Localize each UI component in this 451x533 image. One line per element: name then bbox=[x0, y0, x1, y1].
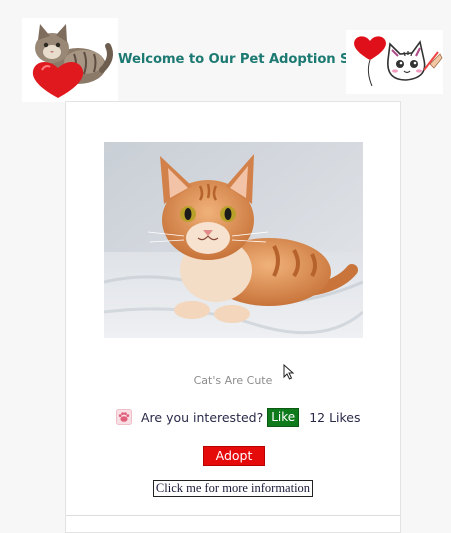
orange-cat-photo bbox=[104, 142, 363, 338]
pet-caption: Cat's Are Cute bbox=[193, 374, 273, 387]
more-info-button[interactable]: Click me for more information bbox=[153, 480, 313, 497]
cartoon-cat-balloon-logo bbox=[346, 30, 443, 94]
interest-question: Are you interested? bbox=[141, 409, 264, 425]
pet-card: Cat's Are Cute Are you interested? Like … bbox=[65, 101, 401, 533]
cat-heart-logo bbox=[22, 18, 118, 102]
mouse-pointer-icon bbox=[283, 363, 295, 380]
site-header: Welcome to Our Pet Adoption Site! bbox=[0, 0, 451, 104]
like-count: 12 Likes bbox=[309, 409, 361, 425]
paw-icon bbox=[116, 409, 132, 425]
interest-row: Are you interested? Like 12 Likes bbox=[116, 407, 396, 427]
like-button[interactable]: Like bbox=[267, 407, 300, 427]
site-title: Welcome to Our Pet Adoption Site! bbox=[118, 52, 375, 67]
adopt-button[interactable]: Adopt me bbox=[203, 446, 265, 481]
card-divider bbox=[66, 515, 400, 516]
